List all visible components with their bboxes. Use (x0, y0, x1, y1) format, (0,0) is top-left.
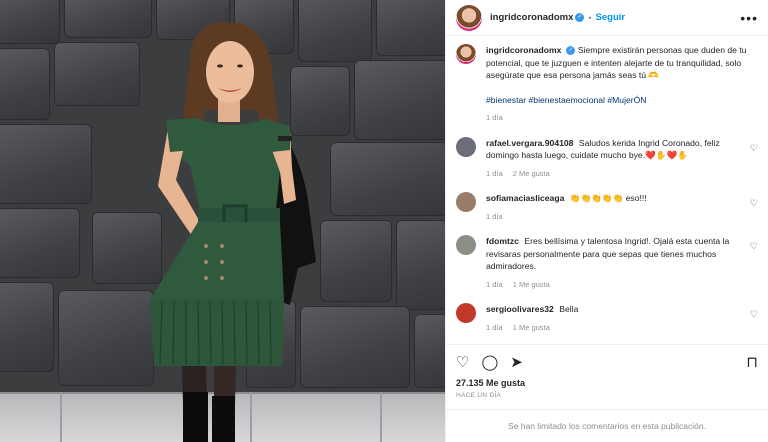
action-bar: ♡ ◯ ➤ ⊓ (446, 344, 768, 378)
heart-icon[interactable]: ♡ (750, 198, 758, 209)
pleated-skirt (150, 300, 284, 366)
face (206, 41, 254, 103)
comment-likes[interactable]: 1 Me gusta (513, 323, 550, 332)
post-details-panel: ingridcoronadomx ✓ • Seguir ••• ingridco… (445, 0, 768, 442)
comment-item: sergioolivares32 Bella 1 día 1 Me gusta ♡ (456, 303, 758, 334)
comment-item: fdomtzc Eres bellísima y talentosa Ingri… (456, 235, 758, 291)
post-header: ingridcoronadomx ✓ • Seguir ••• (446, 0, 768, 36)
author-avatar[interactable] (456, 44, 476, 64)
comment-username[interactable]: fdomtzc (486, 236, 519, 246)
likes-count[interactable]: 27.135 Me gusta (446, 378, 768, 388)
comments-list[interactable]: ingridcoronadomx ✓ Siempre existirán pers… (446, 36, 768, 344)
comment-time: 1 día (486, 211, 503, 221)
caption-hashtags[interactable]: #bienestar #bienestaemocional #MujerÓN (486, 94, 758, 107)
caption-username[interactable]: ingridcoronadomx (486, 45, 561, 55)
comment-text: Bella (559, 304, 579, 314)
comment-time: 1 día (486, 279, 503, 289)
post-photo[interactable] (0, 0, 445, 442)
commenter-avatar[interactable] (456, 235, 476, 255)
verified-icon: ✓ (575, 13, 585, 22)
caption: ingridcoronadomx ✓ Siempre existirán pers… (456, 44, 758, 125)
instagram-post-modal: ingridcoronadomx ✓ • Seguir ••• ingridco… (0, 0, 768, 442)
heart-icon[interactable]: ♡ (456, 353, 469, 371)
comment-username[interactable]: sofiamaciasliceaga (486, 193, 564, 203)
commenter-avatar[interactable] (456, 303, 476, 323)
heart-icon[interactable]: ♡ (750, 309, 758, 320)
author-username[interactable]: ingridcoronadomx (490, 12, 573, 23)
commenter-avatar[interactable] (456, 136, 476, 157)
comment-icon[interactable]: ◯ (481, 353, 498, 371)
more-icon[interactable]: ••• (740, 10, 758, 26)
caption-time: 1 día (486, 113, 503, 122)
comment-item: sofiamaciasliceaga 👏👏👏👏👏 eso!!! 1 día ♡ (456, 192, 758, 223)
comment-likes[interactable]: 1 Me gusta (513, 280, 550, 289)
comment-username[interactable]: rafael.vergara.904108 (486, 138, 573, 148)
commenter-avatar[interactable] (456, 192, 476, 212)
separator-dot: • (588, 12, 592, 23)
belt (198, 208, 280, 222)
comment-text: 👏👏👏👏👏 eso!!! (569, 193, 647, 203)
comment-time: 1 día (486, 322, 503, 332)
author-avatar[interactable] (456, 4, 482, 31)
woman-figure (150, 21, 316, 442)
share-icon[interactable]: ➤ (510, 353, 523, 371)
heart-icon[interactable]: ♡ (750, 241, 758, 252)
comments-limited-notice: Se han limitado los comentarios en esta … (446, 409, 768, 442)
comment-username[interactable]: sergioolivares32 (486, 304, 554, 314)
comment-likes[interactable]: 2 Me gusta (513, 169, 550, 178)
boot (183, 392, 208, 442)
boot (212, 396, 235, 442)
comment-time: 1 día (486, 168, 503, 178)
comment-text: Eres bellísima y talentosa Ingrid!. Ojal… (486, 236, 730, 271)
heart-icon[interactable]: ♡ (750, 143, 758, 154)
comment-item: rafael.vergara.904108 Saludos kerida Ing… (456, 136, 758, 181)
bookmark-icon[interactable]: ⊓ (746, 353, 758, 371)
verified-icon: ✓ (566, 46, 576, 56)
post-age: HACE UN DÍA (456, 392, 502, 399)
follow-button[interactable]: Seguir (596, 12, 626, 23)
